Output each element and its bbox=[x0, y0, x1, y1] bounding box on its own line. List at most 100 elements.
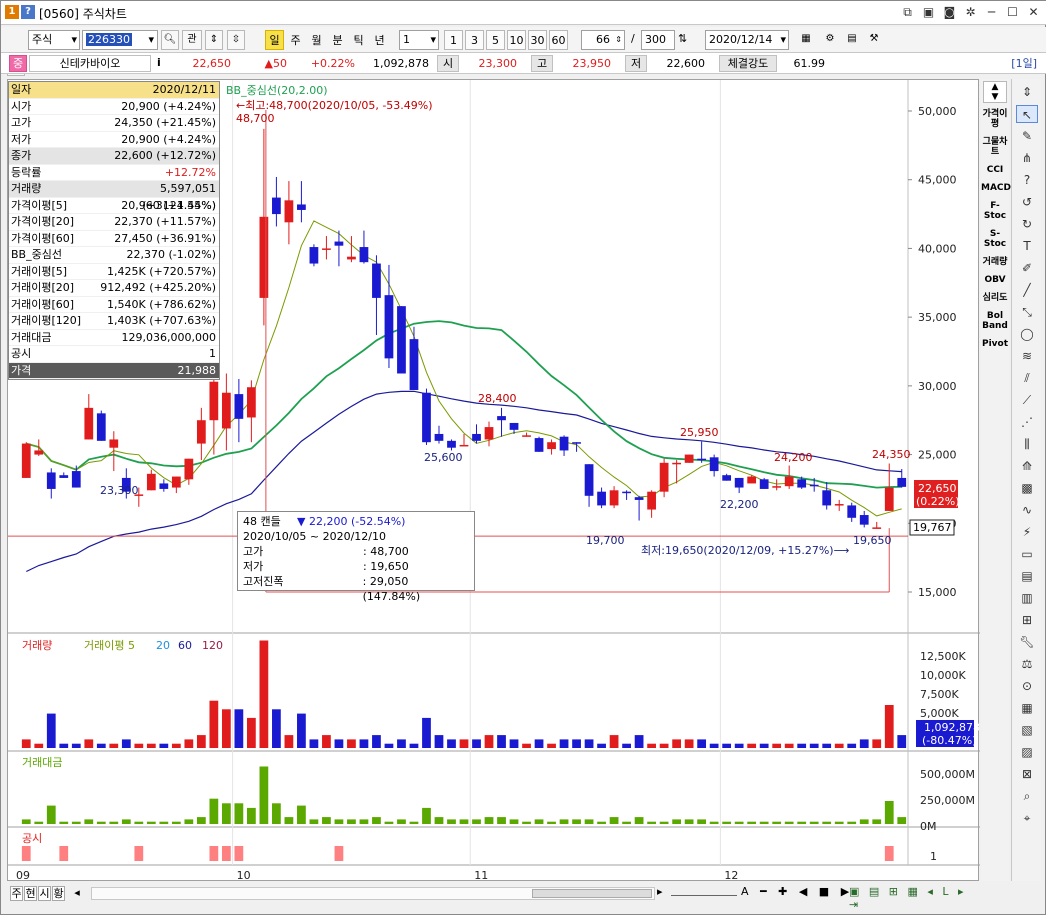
indicator-item[interactable]: OBV bbox=[981, 275, 1009, 285]
auto-icon[interactable]: ⚡ bbox=[1016, 523, 1038, 541]
horizontal-scrollbar[interactable] bbox=[91, 887, 655, 900]
pattern-icon[interactable]: ⊞ bbox=[1016, 611, 1038, 629]
export-icon[interactable]: ⊠ bbox=[1016, 765, 1038, 783]
indicator-item[interactable]: 그물차트 bbox=[981, 137, 1009, 157]
indicator-item[interactable]: 가격이평 bbox=[981, 109, 1009, 129]
minute-1[interactable]: 1 bbox=[444, 30, 463, 50]
pen-icon[interactable]: ✐ bbox=[1016, 259, 1038, 277]
gann-icon[interactable]: ⟋ bbox=[1016, 391, 1038, 409]
link-icon[interactable]: ⧉ bbox=[900, 4, 915, 20]
report-icon[interactable]: ▨ bbox=[1016, 743, 1038, 761]
interval-select[interactable]: 1 ▾ bbox=[399, 30, 439, 50]
search-icon[interactable]: 🔍︎ bbox=[161, 30, 179, 50]
candle-body bbox=[809, 484, 819, 487]
help-icon[interactable]: ? bbox=[21, 5, 35, 19]
close-button[interactable]: ✕ bbox=[1026, 4, 1041, 20]
volume-legend: 거래량 bbox=[22, 639, 52, 652]
indicator-item[interactable]: Pivot bbox=[981, 339, 1009, 349]
date-picker[interactable]: 2020/12/14 ▾ bbox=[705, 30, 789, 50]
clock-icon[interactable]: ⊙ bbox=[1016, 677, 1038, 695]
period-week[interactable]: 주 bbox=[286, 30, 305, 50]
ray-icon[interactable]: ⤡ bbox=[1016, 303, 1038, 321]
circle-icon[interactable]: ◯ bbox=[1016, 325, 1038, 343]
settings-icon[interactable]: ✲ bbox=[963, 4, 978, 20]
line-icon[interactable]: ╱ bbox=[1016, 281, 1038, 299]
export-controls[interactable]: ▣ ▤ ⊞ ▦ ◂ L ▸ ⇥ bbox=[849, 885, 979, 911]
total-count-input[interactable]: 300 bbox=[641, 30, 675, 50]
market-select[interactable]: 주식 ▾ bbox=[28, 30, 80, 50]
period-day[interactable]: 일 bbox=[265, 30, 284, 50]
wrench-icon[interactable]: 🔧︎ bbox=[1016, 633, 1038, 651]
tab-hwang[interactable]: 황 bbox=[52, 886, 65, 901]
scroll-right-icon[interactable]: ▸ bbox=[657, 885, 663, 898]
watch-button[interactable]: 관 bbox=[182, 30, 202, 50]
period-year[interactable]: 년 bbox=[370, 30, 389, 50]
indicator-item[interactable]: 거래량 bbox=[981, 257, 1009, 267]
indicator-item[interactable]: S-Stoc bbox=[981, 229, 1009, 249]
zoom-controls[interactable]: A ━ ✚ ◀ ■ ▶ bbox=[741, 885, 853, 898]
indicator-item[interactable]: 심리도 bbox=[981, 293, 1009, 303]
indicator-item[interactable]: MACD bbox=[981, 183, 1011, 193]
channel-icon[interactable]: ⫽ bbox=[1016, 369, 1038, 387]
chart-grid-icon[interactable]: ▦ bbox=[797, 30, 815, 50]
info-icon[interactable]: i bbox=[157, 56, 161, 69]
memo-icon[interactable]: ▧ bbox=[1016, 721, 1038, 739]
maximize-button[interactable]: ☐ bbox=[1005, 4, 1020, 20]
save-screen-icon[interactable]: ▣ bbox=[921, 4, 936, 20]
document-icon[interactable]: ▤ bbox=[1016, 567, 1038, 585]
cursor-icon[interactable]: ↖ bbox=[1016, 105, 1038, 123]
scrollbar-thumb[interactable] bbox=[532, 889, 652, 898]
question-icon[interactable]: ? bbox=[1016, 171, 1038, 189]
minute-30[interactable]: 30 bbox=[528, 30, 547, 50]
stock-name[interactable]: 신테카바이오 bbox=[29, 55, 151, 72]
indicator-item[interactable]: CCI bbox=[981, 165, 1009, 175]
minute-10[interactable]: 10 bbox=[507, 30, 526, 50]
amount-bar bbox=[459, 819, 469, 824]
tools-icon[interactable]: ⚒ bbox=[865, 30, 883, 50]
indicator-item[interactable]: Bol Band bbox=[981, 311, 1009, 331]
volume-bar bbox=[822, 743, 832, 748]
indicator-item[interactable]: F-Stoc bbox=[981, 201, 1009, 221]
camera-icon[interactable]: ◙ bbox=[942, 4, 957, 20]
indicator-scroll-up[interactable]: ▲ ▼ bbox=[983, 81, 1007, 103]
period-tick[interactable]: 틱 bbox=[349, 30, 368, 50]
minimize-button[interactable]: ─ bbox=[984, 4, 999, 20]
save-icon[interactable]: ▤ bbox=[843, 30, 861, 50]
gear-icon[interactable]: ⚙ bbox=[821, 30, 839, 50]
scroll-icon[interactable]: ⇕ bbox=[205, 30, 223, 50]
tools-scroll-icon[interactable]: ⇕ bbox=[1016, 83, 1038, 101]
eraser-icon[interactable]: ✎ bbox=[1016, 127, 1038, 145]
note-icon[interactable]: ▦ bbox=[1016, 699, 1038, 717]
tab-ju[interactable]: 주 bbox=[10, 886, 23, 901]
balance-icon[interactable]: ⚖ bbox=[1016, 655, 1038, 673]
period-minute[interactable]: 분 bbox=[328, 30, 347, 50]
undo-icon[interactable]: ↺ bbox=[1016, 193, 1038, 211]
trend-icon[interactable]: ⟰ bbox=[1016, 457, 1038, 475]
stock-code-input[interactable]: 226330 ▾ bbox=[82, 30, 158, 50]
text-icon[interactable]: T bbox=[1016, 237, 1038, 255]
zoom-slider[interactable] bbox=[671, 888, 737, 896]
redo-icon[interactable]: ↻ bbox=[1016, 215, 1038, 233]
data-window-value: 1,540K (+786.62%) bbox=[107, 297, 216, 311]
chart-type-icon[interactable]: ▥ bbox=[1016, 589, 1038, 607]
updown-icon[interactable]: ⇳ bbox=[227, 30, 245, 50]
tab-si[interactable]: 시 bbox=[38, 886, 51, 901]
tab-hyeon[interactable]: 현 bbox=[24, 886, 37, 901]
expand-icon[interactable]: ⇅ bbox=[678, 32, 687, 45]
zoom-icon[interactable]: ⌕ bbox=[1016, 787, 1038, 805]
fibonacci-icon[interactable]: ≋ bbox=[1016, 347, 1038, 365]
wave-icon[interactable]: ∿ bbox=[1016, 501, 1038, 519]
cycle-icon[interactable]: ⫼ bbox=[1016, 435, 1038, 453]
grid-icon[interactable]: ▩ bbox=[1016, 479, 1038, 497]
window-icon[interactable]: ▭ bbox=[1016, 545, 1038, 563]
candle-count-input[interactable]: 66 ⇕ bbox=[581, 30, 625, 50]
fan-icon[interactable]: ⋰ bbox=[1016, 413, 1038, 431]
minute-60[interactable]: 60 bbox=[549, 30, 568, 50]
scroll-left-icon[interactable]: ◂ bbox=[66, 886, 88, 901]
crosshair-icon[interactable]: ⌖ bbox=[1016, 809, 1038, 827]
magnet-icon[interactable]: ⋔ bbox=[1016, 149, 1038, 167]
bottom-bar: 주 현 시 황 ◂ ▸ A ━ ✚ ◀ ■ ▶ ▣ ▤ ⊞ ▦ ◂ L ▸ ⇥ bbox=[7, 884, 979, 911]
period-month[interactable]: 월 bbox=[307, 30, 326, 50]
minute-3[interactable]: 3 bbox=[465, 30, 484, 50]
minute-5[interactable]: 5 bbox=[486, 30, 505, 50]
